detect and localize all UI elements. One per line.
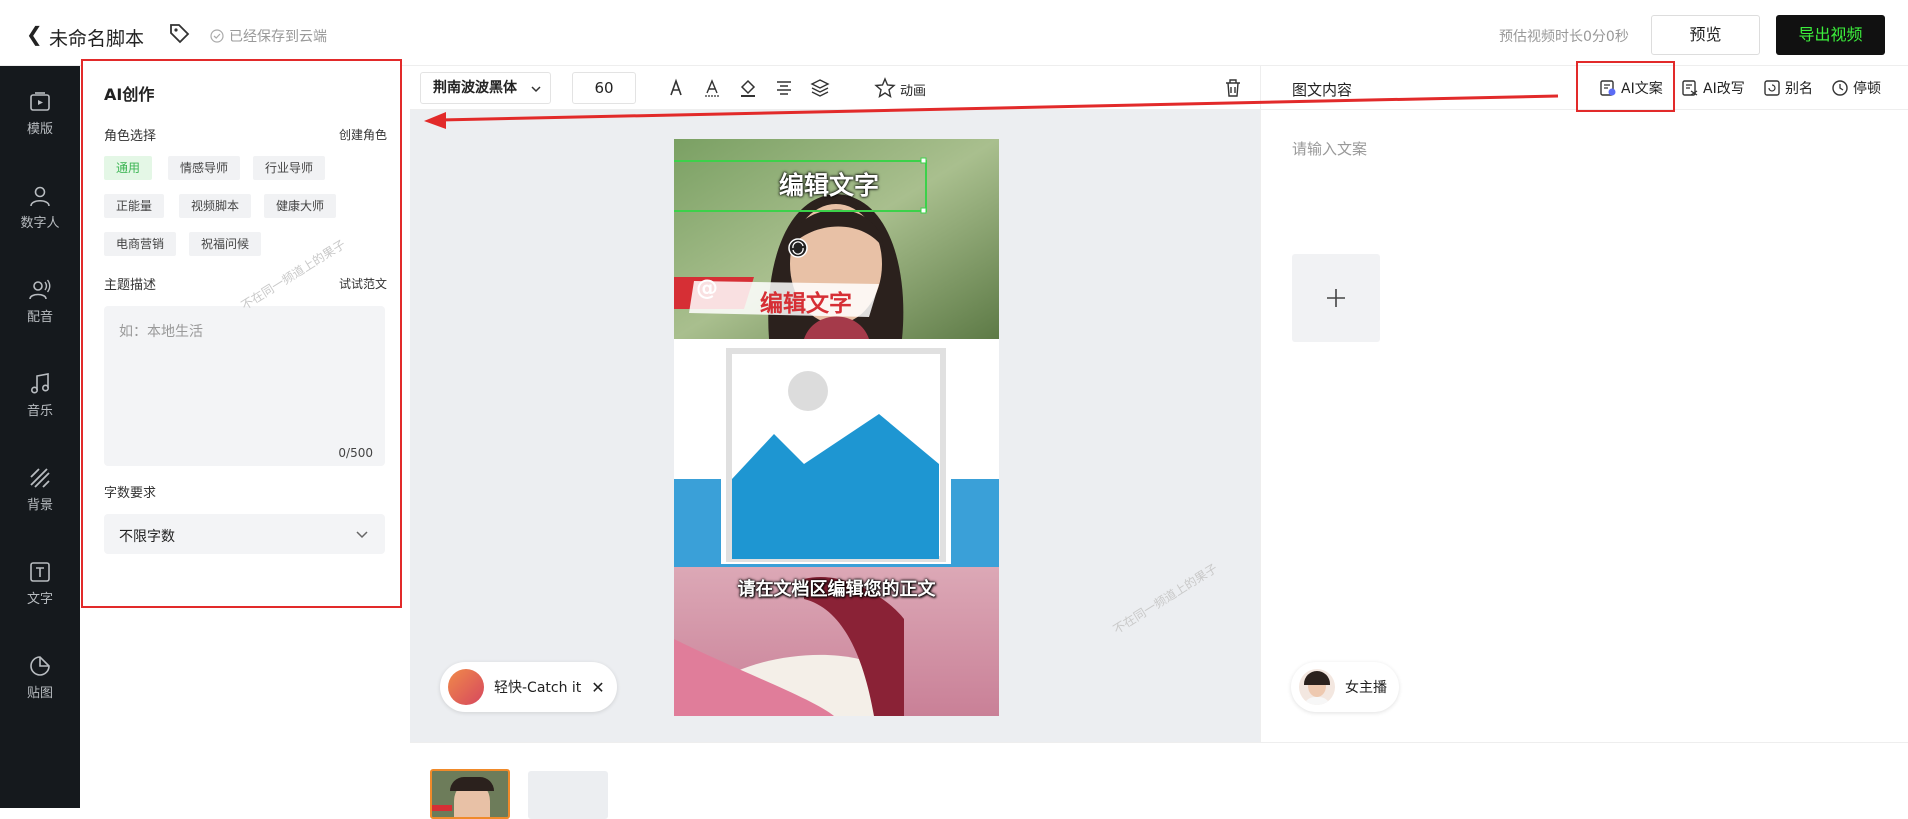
estimated-duration: 预估视频时长0分0秒: [1499, 29, 1629, 45]
export-video-button[interactable]: 导出视频: [1776, 15, 1885, 55]
preview-button[interactable]: 预览: [1651, 15, 1760, 55]
alias-icon: [1764, 80, 1780, 96]
align-center-icon[interactable]: [774, 78, 794, 98]
fill-color-icon[interactable]: [738, 78, 758, 98]
topic-label: 主题描述: [104, 278, 157, 293]
music-label: 轻快-Catch it: [494, 680, 582, 696]
ai-panel-title: AI创作: [104, 85, 155, 104]
role-chip[interactable]: 视频脚本: [179, 194, 252, 218]
music-icon: [30, 373, 50, 394]
digital-human-icon: [30, 186, 50, 207]
scene-thumbnail-empty[interactable]: [528, 771, 608, 819]
sidebar: 模版 数字人 配音 音乐 背景 文字 贴图: [0, 66, 80, 808]
role-label: 角色选择: [104, 129, 157, 144]
role-chip[interactable]: 行业导师: [253, 156, 326, 180]
top-bar: ❮ 未命名脚本 已经保存到云端 预估视频时长0分0秒 预览 导出视频: [0, 0, 1908, 66]
sidebar-item-music[interactable]: 音乐: [0, 372, 80, 419]
delete-icon[interactable]: [1224, 78, 1242, 98]
ai-rewrite-icon: [1682, 80, 1698, 96]
sidebar-item-label: 数字人: [20, 216, 60, 231]
char-count: 0/500: [338, 446, 373, 460]
role-chip[interactable]: 情感导师: [168, 156, 241, 180]
sticker-icon: [30, 656, 50, 676]
scene-thumbnail[interactable]: [430, 769, 510, 819]
text-stroke-icon[interactable]: [702, 78, 722, 98]
music-pill[interactable]: 轻快-Catch it ✕: [440, 662, 617, 712]
music-cover-icon: [448, 669, 484, 705]
ai-rewrite-button[interactable]: AI改写: [1681, 78, 1745, 98]
content-panel-title: 图文内容: [1292, 81, 1353, 99]
anchor-pill[interactable]: 女主播: [1291, 662, 1399, 712]
font-color-icon[interactable]: [666, 78, 686, 98]
check-circle-icon: [210, 29, 224, 43]
font-size-input[interactable]: 60: [572, 72, 636, 104]
at-symbol: @: [696, 276, 718, 301]
template-icon: [30, 92, 50, 111]
title-text-overlay[interactable]: 编辑文字: [744, 166, 914, 202]
pause-label: 停顿: [1853, 81, 1881, 97]
word-req-value: 不限字数: [119, 529, 175, 545]
sidebar-item-label: 文字: [26, 592, 53, 607]
topic-placeholder: 如：本地生活: [119, 324, 203, 340]
sidebar-item-label: 音乐: [26, 404, 53, 419]
sidebar-item-label: 背景: [26, 498, 53, 513]
layers-icon[interactable]: [810, 78, 830, 98]
video-canvas[interactable]: 编辑文字 @ 编辑文字 请在文档区编辑您的正文: [674, 139, 999, 716]
word-req-select[interactable]: 不限字数: [104, 514, 385, 554]
sidebar-item-text[interactable]: 文字: [0, 560, 80, 607]
script-title[interactable]: 未命名脚本: [49, 24, 144, 51]
back-icon[interactable]: ❮: [26, 22, 43, 46]
create-role-link[interactable]: 创建角色: [339, 126, 387, 143]
animation-star-icon[interactable]: [874, 77, 896, 99]
subtitle-overlay[interactable]: 请在文档区编辑您的正文: [674, 575, 999, 601]
clock-icon: [1832, 80, 1848, 96]
try-example-link[interactable]: 试试范文: [339, 275, 387, 292]
sidebar-item-background[interactable]: 背景: [0, 466, 80, 513]
role-chip[interactable]: 电商营销: [104, 232, 177, 256]
anchor-label: 女主播: [1345, 680, 1387, 696]
sidebar-item-label: 贴图: [26, 686, 53, 701]
role-chip[interactable]: 祝福问候: [189, 232, 262, 256]
chevron-down-icon: [531, 86, 541, 93]
alias-label: 别名: [1785, 81, 1813, 97]
canvas-area: 编辑文字 @ 编辑文字 请在文档区编辑您的正文 轻快-Catch it ✕ 不在…: [410, 110, 1260, 742]
close-icon[interactable]: ✕: [591, 678, 604, 697]
topic-textarea[interactable]: 如：本地生活 0/500: [104, 306, 385, 466]
voice-icon: [29, 279, 51, 300]
text-icon: [30, 562, 50, 582]
timeline: [410, 742, 1908, 819]
role-chip[interactable]: 健康大师: [264, 194, 337, 218]
sidebar-item-voice[interactable]: 配音: [0, 278, 80, 325]
word-req-label: 字数要求: [104, 486, 157, 501]
sidebar-item-label: 配音: [26, 310, 53, 325]
alias-button[interactable]: 别名: [1763, 78, 1813, 98]
text-toolbar: 荆南波波黑体 60 动画: [410, 66, 1260, 110]
content-panel: 图文内容 AI文案 AI改写 别名 停顿 请输入文案 女主播: [1260, 66, 1908, 742]
ai-rewrite-label: AI改写: [1703, 81, 1745, 97]
copy-placeholder[interactable]: 请输入文案: [1292, 138, 1367, 159]
role-chip[interactable]: 通用: [104, 156, 153, 180]
plus-icon: [1327, 289, 1345, 307]
anchor-avatar: [1299, 669, 1335, 705]
font-select[interactable]: 荆南波波黑体: [420, 72, 551, 104]
canvas-scene: [674, 139, 999, 716]
sidebar-item-digital-human[interactable]: 数字人: [0, 184, 80, 231]
chevron-down-icon: [356, 531, 368, 539]
save-status-text: 已经保存到云端: [229, 29, 327, 45]
sidebar-item-sticker[interactable]: 贴图: [0, 654, 80, 701]
sidebar-item-template[interactable]: 模版: [0, 90, 80, 137]
ai-copy-highlight: [1576, 61, 1675, 112]
tag-icon[interactable]: [168, 22, 190, 44]
sidebar-item-label: 模版: [26, 122, 53, 137]
ai-creation-panel: AI创作 角色选择 创建角色 通用 情感导师 行业导师 正能量 视频脚本 健康大…: [81, 59, 402, 608]
banner-text-overlay[interactable]: 编辑文字: [760, 284, 852, 318]
watermark-text: 不在同一频道上的果子: [1110, 561, 1220, 637]
add-content-button[interactable]: [1292, 254, 1380, 342]
font-name: 荆南波波黑体: [433, 80, 517, 96]
animation-label[interactable]: 动画: [900, 80, 926, 99]
pause-button[interactable]: 停顿: [1831, 78, 1881, 98]
role-chip[interactable]: 正能量: [104, 194, 165, 218]
save-status: 已经保存到云端: [210, 26, 327, 46]
background-icon: [30, 468, 50, 488]
